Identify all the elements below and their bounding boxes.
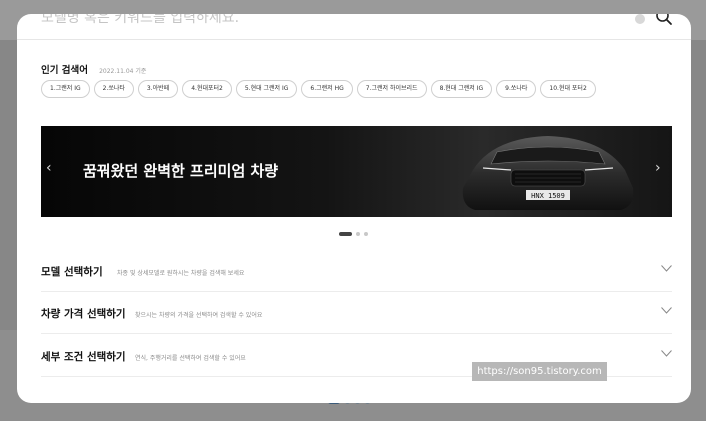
price-select-section[interactable]: 차량 가격 선택하기 찾으시는 차량의 가격을 선택하여 검색할 수 있어요 [41, 292, 672, 334]
promo-banner[interactable]: ‹ 꿈꿔왔던 완벽한 프리미엄 차량 HNX 1509 › [41, 126, 672, 217]
model-select-section[interactable]: 모델 선택하기 차종 및 상세모델로 원하시는 차량을 검색해 보세요 [41, 250, 672, 292]
popular-keywords-header: 인기 검색어 2022.11.04 기준 [41, 58, 146, 77]
banner-pager [339, 232, 368, 236]
chevron-left-icon[interactable]: ‹ [46, 160, 52, 176]
popular-keywords-title: 인기 검색어 [41, 65, 89, 76]
section-description: 찾으시는 차량의 가격을 선택하여 검색할 수 있어요 [135, 312, 263, 319]
search-bar [17, 14, 691, 40]
clear-icon[interactable] [635, 14, 645, 24]
search-icon[interactable] [655, 14, 673, 26]
keyword-chip[interactable]: 8.현대 그랜저 IG [430, 80, 493, 98]
chevron-right-icon[interactable]: › [655, 160, 661, 176]
keyword-chip[interactable]: 4.현대포터2 [182, 80, 232, 98]
license-plate: HNX 1509 [531, 192, 565, 200]
keyword-chip[interactable]: 1.그랜저 IG [41, 80, 90, 98]
keyword-chip[interactable]: 2.쏘나타 [93, 80, 134, 98]
pager-dot[interactable] [364, 232, 368, 236]
search-input[interactable] [41, 14, 601, 32]
section-title: 세부 조건 선택하기 [41, 351, 126, 363]
keyword-chip[interactable]: 7.그랜저 하이브리드 [356, 80, 427, 98]
keyword-chip[interactable]: 10.현대 포터2 [540, 80, 596, 98]
section-description: 연식, 주행거리를 선택하여 검색할 수 있어요 [135, 355, 246, 362]
pager-dot-active[interactable] [339, 232, 352, 236]
keyword-chip[interactable]: 9.쏘나타 [496, 80, 537, 98]
section-title: 차량 가격 선택하기 [41, 308, 126, 320]
car-image: HNX 1509 [462, 136, 634, 210]
popular-keyword-list: 1.그랜저 IG 2.쏘나타 3.아반떼 4.현대포터2 5.현대 그랜저 IG… [41, 80, 596, 98]
chevron-down-icon[interactable] [661, 307, 672, 314]
keyword-chip[interactable]: 5.현대 그랜저 IG [235, 80, 298, 98]
popular-keywords-date: 2022.11.04 기준 [99, 68, 147, 75]
section-description: 차종 및 상세모델로 원하시는 차량을 검색해 보세요 [117, 270, 245, 277]
banner-headline: 꿈꿔왔던 완벽한 프리미엄 차량 [83, 162, 279, 180]
chevron-down-icon[interactable] [661, 350, 672, 357]
chevron-down-icon[interactable] [661, 265, 672, 272]
keyword-chip[interactable]: 3.아반떼 [137, 80, 179, 98]
keyword-chip[interactable]: 6.그랜저 HG [301, 80, 353, 98]
pager-dot[interactable] [356, 232, 360, 236]
section-title: 모델 선택하기 [41, 266, 103, 278]
watermark: https://son95.tistory.com [472, 362, 607, 381]
search-modal: 인기 검색어 2022.11.04 기준 1.그랜저 IG 2.쏘나타 3.아반… [17, 14, 691, 403]
